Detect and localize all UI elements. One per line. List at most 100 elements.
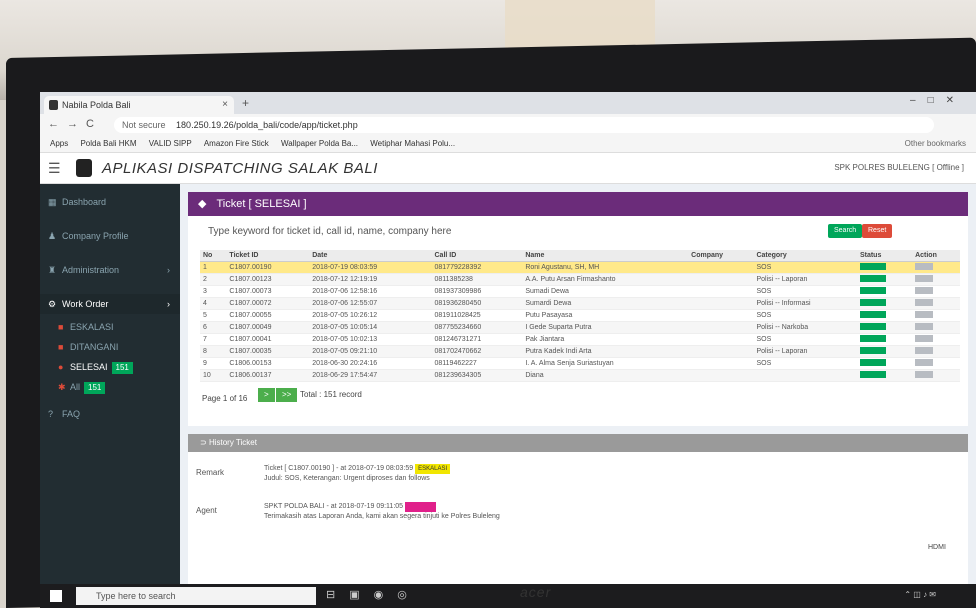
column-header: Name <box>522 250 689 262</box>
table-row[interactable]: 6 C1807.00049 2018-07-05 10:05:14 087755234… <box>200 321 960 334</box>
ticket-icon: ◆ <box>198 198 207 210</box>
cell-ticket-id: C1807.00073 <box>226 285 310 298</box>
next-page-button[interactable]: > <box>258 388 275 402</box>
status-badge <box>859 263 886 270</box>
sidebar-sub-selesai[interactable]: ● SELESAI 151 <box>40 358 180 376</box>
sidebar-sub-eskalasi[interactable]: ■ ESKALASI <box>40 318 180 336</box>
menu-toggle-icon[interactable]: ☰ <box>48 160 61 177</box>
cell-no: 5 <box>200 309 227 322</box>
bookmark-item[interactable]: Wallpaper Polda Ba... <box>281 139 358 148</box>
table-row[interactable]: 5 C1807.00055 2018-07-05 10:26:12 081911028… <box>200 309 960 322</box>
cell-status <box>856 345 913 358</box>
table-row[interactable]: 10 C1806.00137 2018-06-29 17:54:47 08123963… <box>200 369 960 382</box>
cell-date: 2018-07-19 08:03:59 <box>309 261 432 274</box>
user-menu[interactable]: SPK POLRES BULELENG [ Offline ] <box>834 163 964 172</box>
view-button[interactable] <box>915 275 934 282</box>
police-logo <box>76 159 92 177</box>
table-row[interactable]: 8 C1807.00035 2018-07-05 09:21:10 081702470… <box>200 345 960 358</box>
cell-call-id: 0811385238 <box>431 273 523 286</box>
system-tray[interactable]: ⌃ ◫ ♪ ✉ <box>904 590 936 599</box>
view-button[interactable] <box>915 299 934 306</box>
cell-call-id: 081937309986 <box>431 285 523 298</box>
view-button[interactable] <box>915 347 934 354</box>
sidebar-sub-all[interactable]: ✱ All 151 <box>40 378 180 396</box>
sidebar-item-company-profile[interactable]: ♟ Company Profile <box>40 226 180 246</box>
sidebar-item-faq[interactable]: ? FAQ <box>40 404 180 424</box>
cell-status <box>856 297 913 310</box>
view-button[interactable] <box>915 359 934 366</box>
cell-date: 2018-07-05 10:26:12 <box>309 309 432 322</box>
cell-no: 4 <box>200 297 227 310</box>
history-header: ⊃ History Ticket <box>188 434 968 452</box>
cell-no: 9 <box>200 357 227 370</box>
sub-label: ESKALASI <box>70 322 114 332</box>
not-secure-label: Not secure <box>122 120 166 130</box>
cell-name: I Gede Suparta Putra <box>522 321 689 334</box>
sidebar-item-dashboard[interactable]: ▦ Dashboard <box>40 192 180 212</box>
cell-action <box>912 273 960 286</box>
users-icon: ♜ <box>48 265 57 275</box>
windows-start-icon[interactable] <box>50 590 62 602</box>
bookmark-item[interactable]: Apps <box>50 139 68 148</box>
cell-call-id: 081239634305 <box>431 369 523 382</box>
cell-ticket-id: C1807.00049 <box>226 321 310 334</box>
cell-date: 2018-07-12 12:19:19 <box>309 273 432 286</box>
bookmark-item[interactable]: Wetiphar Mahasi Polu... <box>370 139 455 148</box>
cell-name: Roni Agustanu, SH, MH <box>522 261 689 274</box>
status-badge <box>859 359 886 366</box>
nav-buttons[interactable]: ←→C <box>48 118 102 130</box>
table-row[interactable]: 3 C1807.00073 2018-07-06 12:58:16 081937309… <box>200 285 960 298</box>
table-row[interactable]: 4 C1807.00072 2018-07-06 12:55:07 081936280… <box>200 297 960 310</box>
cell-company <box>688 333 754 346</box>
view-button[interactable] <box>915 335 934 342</box>
cell-action <box>912 357 960 370</box>
bookmark-item[interactable]: VALID SIPP <box>149 139 192 148</box>
new-tab-button[interactable]: + <box>242 96 249 110</box>
count-badge: 151 <box>111 362 133 374</box>
cell-category: SOS <box>753 357 857 370</box>
sidebar-item-label: Dashboard <box>62 197 107 207</box>
cell-call-id: 081911028425 <box>431 309 523 322</box>
cell-name: A.A. Putu Arsan Firmashanto <box>522 273 689 286</box>
table-row[interactable]: 9 C1806.00153 2018-06-30 20:24:16 081194622… <box>200 357 960 370</box>
cell-call-id: 08119462227 <box>431 357 523 370</box>
url-bar[interactable]: Not secure 180.250.19.26/polda_bali/code… <box>114 117 934 133</box>
cell-status <box>856 285 913 298</box>
cell-status <box>856 273 913 286</box>
sidebar-item-work-order[interactable]: ⚙ Work Order › <box>40 294 180 314</box>
sidebar-sub-ditangani[interactable]: ■ DITANGANI <box>40 338 180 356</box>
view-button[interactable] <box>915 311 934 318</box>
view-button[interactable] <box>915 323 934 330</box>
bookmark-item[interactable]: Polda Bali HKM <box>80 139 136 148</box>
bookmark-item[interactable]: Amazon Fire Stick <box>204 139 269 148</box>
search-button[interactable]: Search <box>828 224 863 238</box>
agent-line: SPKT POLDA BALI - at 2018-07-19 09:11:05 <box>264 503 404 510</box>
sidebar-item-administration[interactable]: ♜ Administration › <box>40 260 180 280</box>
cell-no: 2 <box>200 273 227 286</box>
reset-button[interactable]: Reset <box>862 224 893 238</box>
cell-category: SOS <box>753 309 857 322</box>
window-controls[interactable]: –□✕ <box>910 95 966 106</box>
search-input[interactable]: Type keyword for ticket id, call id, nam… <box>208 226 451 237</box>
taskbar-app-icons[interactable]: ⊟▣◉◎ <box>326 588 421 601</box>
close-tab-icon[interactable]: × <box>222 96 228 114</box>
cell-ticket-id: C1807.00041 <box>226 333 310 346</box>
table-row[interactable]: 1 C1807.00190 2018-07-19 08:03:59 081779228… <box>200 261 960 274</box>
table-row[interactable]: 2 C1807.00123 2018-07-12 12:19:19 081138523… <box>200 273 960 286</box>
cell-ticket-id: C1806.00137 <box>226 369 310 382</box>
view-button[interactable] <box>915 371 934 378</box>
last-page-button[interactable]: >> <box>276 388 298 402</box>
cell-date: 2018-07-05 09:21:10 <box>309 345 432 358</box>
table-row[interactable]: 7 C1807.00041 2018-07-05 10:02:13 081246731… <box>200 333 960 346</box>
taskbar-search[interactable]: Type here to search <box>76 587 316 605</box>
cell-ticket-id: C1807.00035 <box>226 345 310 358</box>
cell-status <box>856 261 913 274</box>
cell-no: 3 <box>200 285 227 298</box>
other-bookmarks[interactable]: Other bookmarks <box>905 136 966 152</box>
browser-tab[interactable]: Nabila Polda Bali × <box>44 96 234 114</box>
sidebar-item-label: Company Profile <box>62 231 129 241</box>
view-button[interactable] <box>915 263 934 270</box>
view-button[interactable] <box>915 287 934 294</box>
app-title: APLIKASI DISPATCHING SALAK BALI <box>102 160 378 177</box>
cell-ticket-id: C1807.00055 <box>226 309 310 322</box>
